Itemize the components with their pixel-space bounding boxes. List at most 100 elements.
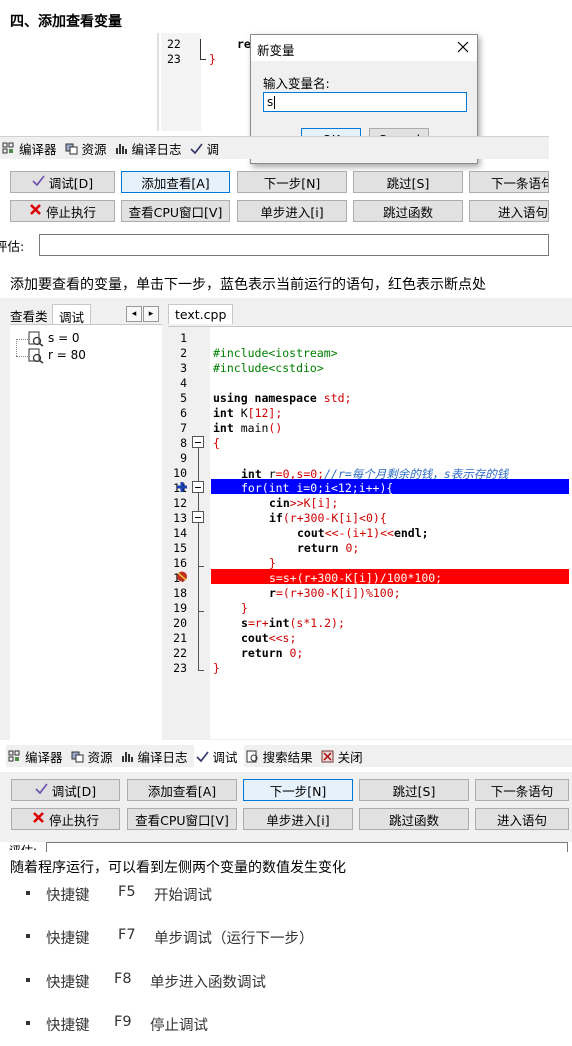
button-label: 调试[D] bbox=[51, 783, 97, 799]
tab-label: 调试 bbox=[212, 749, 238, 765]
tab-compile-log[interactable]: 编译日志 bbox=[113, 137, 188, 159]
line-number: 4 bbox=[180, 376, 187, 390]
cpu-window-button[interactable]: 查看CPU窗口[V] bbox=[121, 200, 230, 222]
debug-button[interactable]: 调试[D] bbox=[10, 171, 115, 193]
description-text: 随着程序运行，可以看到左侧两个变量的数值发生变化 bbox=[10, 860, 346, 876]
tab-class-view[interactable]: 查看类 bbox=[10, 306, 48, 325]
breakpoint-marker-icon[interactable] bbox=[176, 571, 188, 582]
debug-button[interactable]: 调试[D] bbox=[11, 779, 120, 801]
next-statement-button[interactable]: 下一条语句 bbox=[469, 171, 549, 193]
line-number: 22 bbox=[173, 646, 187, 660]
code-line: } bbox=[241, 601, 248, 615]
code-text: } bbox=[209, 52, 216, 66]
line-number: 18 bbox=[173, 586, 187, 600]
line-number: 8 bbox=[180, 436, 187, 450]
bar-chart-icon bbox=[121, 750, 134, 763]
tab-label: 搜索结果 bbox=[262, 749, 313, 765]
stop-button[interactable]: 停止执行 bbox=[11, 808, 120, 830]
fold-line bbox=[198, 442, 199, 670]
enter-statement-button[interactable]: 进入语句 bbox=[475, 808, 569, 830]
add-watch-button[interactable]: 添加查看[A] bbox=[127, 779, 237, 801]
skip-button[interactable]: 跳过[S] bbox=[359, 779, 469, 801]
checkmark-icon bbox=[195, 750, 209, 763]
stop-button[interactable]: 停止执行 bbox=[10, 200, 115, 222]
variable-name-input[interactable]: s bbox=[263, 92, 467, 112]
eval-input[interactable] bbox=[39, 234, 549, 256]
tab-label: 编译日志 bbox=[137, 749, 188, 765]
tab-compiler[interactable]: 编译器 bbox=[0, 137, 63, 159]
tab-label: 关闭 bbox=[337, 749, 363, 765]
skip-function-button[interactable]: 跳过函数 bbox=[359, 808, 469, 830]
line-number: 1 bbox=[180, 331, 187, 345]
code-line: if(r+300-K[i]<0){ bbox=[269, 511, 387, 525]
code-line: using namespace std; bbox=[213, 391, 352, 405]
line-number: 16 bbox=[173, 556, 187, 570]
line-number: 9 bbox=[180, 451, 187, 465]
current-line-marker-icon bbox=[177, 481, 187, 492]
tab-search-results[interactable]: 搜索结果 bbox=[244, 745, 319, 767]
code-line: cout<<s; bbox=[241, 631, 297, 645]
line-number: 5 bbox=[180, 391, 187, 405]
checkmark-icon bbox=[35, 782, 48, 798]
add-watch-button[interactable]: 添加查看[A] bbox=[121, 171, 230, 193]
watch-item[interactable]: r = 80 bbox=[48, 348, 86, 362]
grid-icon bbox=[8, 750, 21, 763]
search-results-icon bbox=[246, 750, 259, 763]
tab-resources[interactable]: 资源 bbox=[63, 137, 113, 159]
line-number: 23 bbox=[173, 661, 187, 675]
line-number: 7 bbox=[180, 421, 187, 435]
tab-label: 资源 bbox=[81, 141, 107, 157]
tab-debug[interactable]: 调 bbox=[188, 137, 226, 159]
tab-compile-log[interactable]: 编译日志 bbox=[119, 745, 194, 767]
dialog-title: 新变量 bbox=[257, 43, 295, 58]
step-into-button[interactable]: 单步进入[i] bbox=[237, 200, 347, 222]
code-line: } bbox=[269, 556, 276, 570]
tab-debug[interactable]: 调试 bbox=[193, 745, 244, 767]
code-line: cout<<-(i+1)<<endl; bbox=[297, 526, 429, 540]
tab-compiler[interactable]: 编译器 bbox=[6, 745, 69, 767]
line-number: 20 bbox=[173, 616, 187, 630]
tab-resources[interactable]: 资源 bbox=[69, 745, 119, 767]
code-line-current: for(int i=0;i<12;i++){ bbox=[241, 481, 394, 495]
tab-close[interactable]: 关闭 bbox=[319, 745, 369, 767]
watch-panel: s = 0 r = 80 bbox=[10, 324, 162, 741]
eval-input[interactable] bbox=[46, 842, 568, 852]
tab-label: 编译日志 bbox=[131, 141, 182, 157]
line-number: 3 bbox=[180, 361, 187, 375]
next-step-button[interactable]: 下一步[N] bbox=[237, 171, 347, 193]
tab-label: 编译器 bbox=[25, 749, 63, 765]
fold-toggle-icon[interactable] bbox=[192, 436, 204, 448]
tab-label: 资源 bbox=[87, 749, 113, 765]
red-x-icon bbox=[32, 811, 45, 827]
line-number: 6 bbox=[180, 406, 187, 420]
code-line-breakpoint: s=s+(r+300-K[i])/100*100; bbox=[269, 571, 443, 585]
next-statement-button[interactable]: 下一条语句 bbox=[475, 779, 569, 801]
eval-label: 评估: bbox=[0, 239, 25, 254]
next-step-button[interactable]: 下一步[N] bbox=[243, 779, 353, 801]
tab-label: 编译器 bbox=[19, 141, 57, 157]
step-into-button[interactable]: 单步进入[i] bbox=[243, 808, 353, 830]
button-label: 停止执行 bbox=[45, 204, 96, 220]
button-label: 调试[D] bbox=[48, 175, 94, 191]
scroll-right-button[interactable]: ▸ bbox=[143, 306, 159, 322]
watch-item[interactable]: s = 0 bbox=[48, 331, 80, 345]
close-icon[interactable] bbox=[455, 39, 471, 55]
close-panel-icon bbox=[321, 750, 334, 763]
fold-toggle-icon[interactable] bbox=[192, 511, 204, 523]
code-line: return 0; bbox=[241, 646, 304, 660]
code-line: r=(r+300-K[i])%100; bbox=[269, 586, 401, 600]
section-heading: 四、添加查看变量 bbox=[10, 14, 122, 30]
line-number: 21 bbox=[173, 631, 187, 645]
code-line: return 0; bbox=[297, 541, 360, 555]
watch-variable-icon bbox=[28, 348, 44, 368]
enter-statement-button[interactable]: 进入语句 bbox=[469, 200, 549, 222]
editor-file-tab[interactable]: text.cpp bbox=[168, 304, 234, 324]
cpu-window-button[interactable]: 查看CPU窗口[V] bbox=[127, 808, 237, 830]
skip-function-button[interactable]: 跳过函数 bbox=[353, 200, 463, 222]
instruction-text: 添加要查看的变量，单击下一步，蓝色表示当前运行的语句，红色表示断点处 bbox=[10, 277, 486, 293]
scroll-left-button[interactable]: ◂ bbox=[126, 306, 142, 322]
fold-toggle-icon[interactable] bbox=[192, 481, 204, 493]
skip-button[interactable]: 跳过[S] bbox=[353, 171, 463, 193]
line-number: 19 bbox=[173, 601, 187, 615]
resources-icon bbox=[65, 142, 78, 155]
